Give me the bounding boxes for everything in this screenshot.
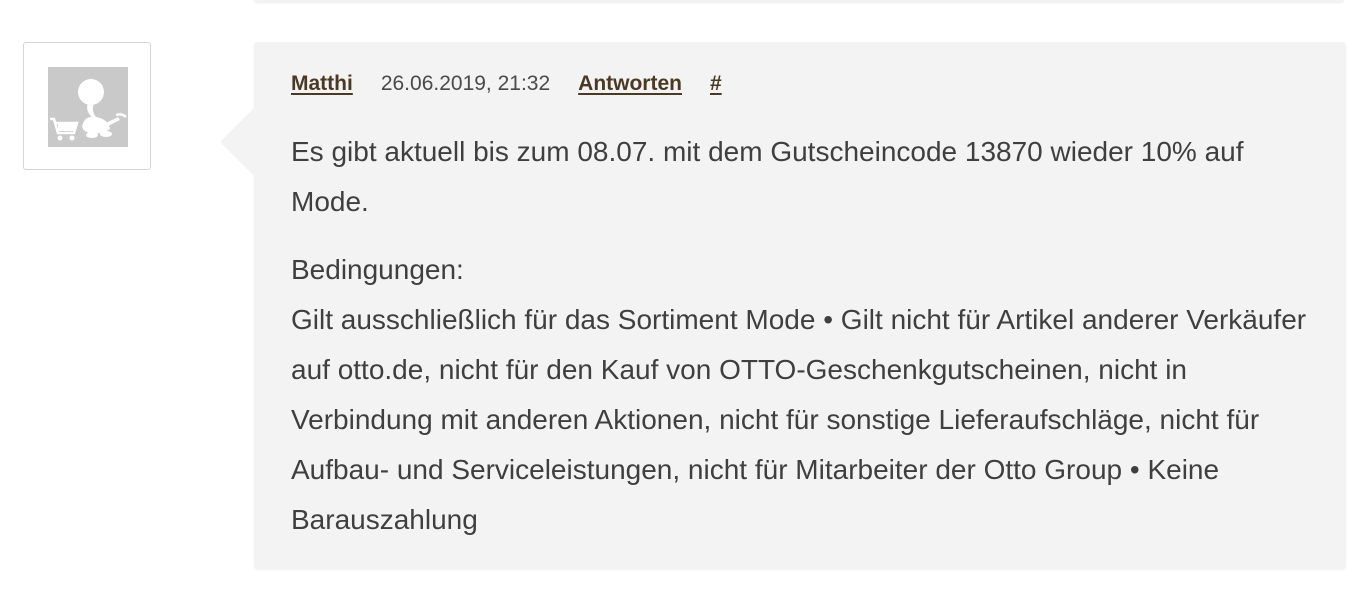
permalink-link[interactable]: #: [710, 72, 722, 96]
comment-body: Es gibt aktuell bis zum 08.07. mit dem G…: [291, 127, 1321, 545]
author-link[interactable]: Matthi: [291, 72, 353, 96]
reply-link[interactable]: Antworten: [578, 72, 682, 96]
default-avatar-shopping-cart-icon: [48, 67, 128, 147]
comment-timestamp: 26.06.2019, 21:32: [380, 72, 551, 95]
comment-card: Matthi 26.06.2019, 21:32 Antworten # Es …: [220, 42, 1346, 569]
conditions-text: Gilt ausschließlich für das Sortiment Mo…: [291, 304, 1307, 535]
avatar: [23, 42, 151, 170]
previous-comment-card: [254, 0, 1344, 2]
speech-pointer: [220, 108, 254, 176]
comment-paragraph: Es gibt aktuell bis zum 08.07. mit dem G…: [291, 136, 1244, 217]
comment-meta: Matthi 26.06.2019, 21:32 Antworten #: [291, 72, 722, 98]
conditions-heading: Bedingungen:: [291, 254, 464, 285]
conditions-block: Bedingungen: Gilt ausschließlich für das…: [291, 245, 1321, 545]
